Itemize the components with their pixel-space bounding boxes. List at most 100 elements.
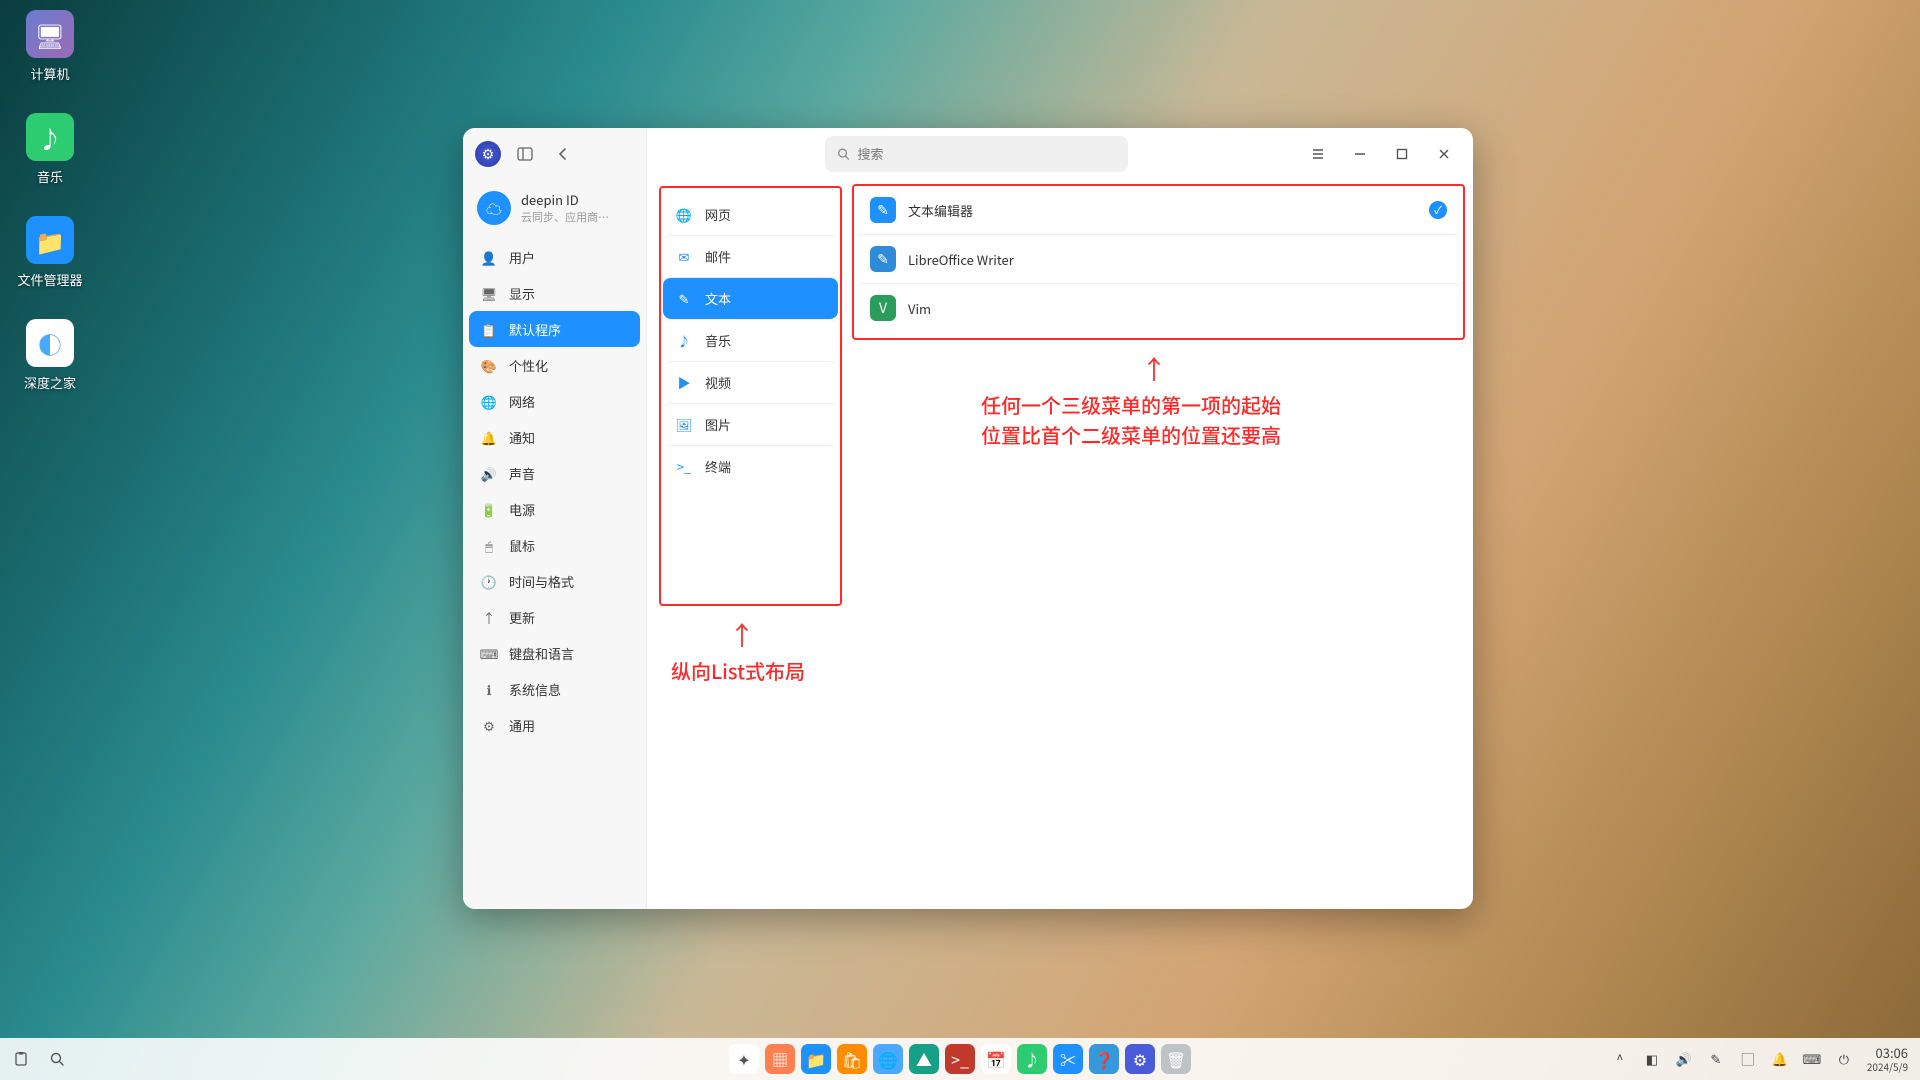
nav-icon: ℹ [479,679,499,699]
category-item-5[interactable]: 🖼图片 [663,403,838,445]
desktop-icons: 🖥 计算机 ♪ 音乐 📁 文件管理器 ◐ 深度之家 [10,10,90,392]
category-item-2[interactable]: ✎文本 [663,277,838,319]
category-item-3[interactable]: ♪音乐 [663,319,838,361]
app-icon: V [870,295,896,321]
category-label: 邮件 [705,247,731,266]
sidebar-item-13[interactable]: ⚙ 通用 [469,707,640,743]
dock-files[interactable]: 📁 [801,1044,831,1074]
nav-label: 电源 [509,500,535,519]
nav-icon: 🔔 [479,427,499,447]
dock-screenshot[interactable]: ✂ [1053,1044,1083,1074]
category-icon: ✉ [675,248,693,266]
panel-icon [517,146,533,162]
dock-trash[interactable]: 🗑 [1161,1044,1191,1074]
menu-button[interactable] [1301,137,1335,171]
dock-terminal[interactable]: >_ [945,1044,975,1074]
tray-expand-button[interactable]: ^ [1611,1049,1629,1068]
nav-label: 更新 [509,608,535,627]
clipboard-icon [13,1051,29,1067]
close-button[interactable] [1427,137,1461,171]
nav-label: 通知 [509,428,535,447]
category-icon: ✎ [675,290,693,308]
sidebar-item-10[interactable]: ↑更新 [469,599,640,635]
dock-help[interactable]: ❓ [1089,1044,1119,1074]
category-item-6[interactable]: >_终端 [663,445,838,487]
tray-input-button[interactable]: ✎ [1707,1049,1725,1068]
search-input[interactable] [857,147,1115,162]
tray-desktop-button[interactable]: ◧ [1643,1049,1661,1068]
dock-settings[interactable]: ⚙ [1125,1044,1155,1074]
sidebar-item-11[interactable]: ⌨键盘和语言 [469,635,640,671]
tray-power-button[interactable]: ⏻ [1835,1049,1853,1068]
sidebar-item-12[interactable]: ℹ系统信息 [469,671,640,707]
search-box[interactable] [825,136,1128,172]
sidebar-toggle-button[interactable] [511,140,539,168]
dock-launcher[interactable]: ✦ [729,1044,759,1074]
sidebar-item-8[interactable]: 🖱 鼠标 [469,527,640,563]
close-icon [1436,146,1452,162]
desktop-icon-computer[interactable]: 🖥 计算机 [10,10,90,83]
nav-label: 时间与格式 [509,572,574,591]
nav-icon: ⚙ [479,715,499,735]
nav-label: 声音 [509,464,535,483]
sidebar-item-2[interactable]: 📋默认程序 [469,311,640,347]
nav-icon: 🖱 [479,535,499,555]
category-icon: >_ [675,458,693,476]
dock-music2[interactable]: ♪ [1017,1044,1047,1074]
category-item-0[interactable]: 🌐网页 [663,194,838,235]
nav-label: 鼠标 [509,536,535,555]
sidebar-item-3[interactable]: 🎨个性化 [469,347,640,383]
sidebar-item-1[interactable]: 🖥显示 [469,275,640,311]
nav-icon: 👤 [479,247,499,267]
search-button[interactable] [48,1051,66,1067]
tray-volume-button[interactable]: 🔊 [1675,1049,1693,1068]
dock-calendar[interactable]: 📅 [981,1044,1011,1074]
dock-store[interactable]: 🛍 [837,1044,867,1074]
nav-icon: 📋 [479,319,499,339]
cloud-icon: ☁ [477,191,511,225]
maximize-button[interactable] [1385,137,1419,171]
sidebar-item-0[interactable]: 👤用户 [469,239,640,275]
category-label: 图片 [705,415,731,434]
app-item-1[interactable]: ✎LibreOffice Writer [856,234,1461,283]
category-label: 音乐 [705,331,731,350]
dock-browser[interactable]: 🌐 [873,1044,903,1074]
category-label: 视频 [705,373,731,392]
taskbar: ✦▦📁🛍🌐▲>_📅♪✂❓⚙🗑 ^ ◧ 🔊 ✎ ▢ 🔔 ⌨ ⏻ 03:06 202… [0,1038,1920,1080]
sidebar-item-5[interactable]: 🔔 通知 [469,419,640,455]
clock[interactable]: 03:06 2024/5/9 [1867,1046,1908,1071]
tray-keyboard-button[interactable]: ⌨ [1803,1049,1821,1068]
app-label: LibreOffice Writer [908,250,1014,269]
dock-multitask[interactable]: ▦ [765,1044,795,1074]
nav-label: 个性化 [509,356,548,375]
app-item-2[interactable]: VVim [856,283,1461,332]
nav-icon: ⌨ [479,643,499,663]
desktop-icon-deepinhome[interactable]: ◐ 深度之家 [10,319,90,392]
category-item-4[interactable]: ▶ 视频 [663,361,838,403]
tray-battery-button[interactable]: ▢ [1739,1049,1757,1068]
clipboard-button[interactable] [12,1051,30,1067]
settings-window: ⚙ ☁ deepin ID 云同步、应用商… 👤用户🖥显示📋默认程序🎨个性化🌐网… [463,128,1473,909]
nav-label: 网络 [509,392,535,411]
home-icon: ◐ [26,319,74,367]
category-item-1[interactable]: ✉ 邮件 [663,235,838,277]
sidebar-item-4[interactable]: 🌐网络 [469,383,640,419]
desktop-icon-label: 深度之家 [24,373,76,392]
tray-notify-button[interactable]: 🔔 [1771,1049,1789,1068]
nav-icon: 🔊 [479,463,499,483]
back-button[interactable] [549,140,577,168]
sidebar-item-6[interactable]: 🔊 声音 [469,455,640,491]
category-icon: ▶ [675,374,693,392]
sidebar-item-7[interactable]: 🔋电源 [469,491,640,527]
dock-music[interactable]: ▲ [909,1044,939,1074]
account-row[interactable]: ☁ deepin ID 云同步、应用商… [469,180,640,239]
desktop-icon-filemanager[interactable]: 📁 文件管理器 [10,216,90,289]
minimize-button[interactable] [1343,137,1377,171]
desktop-icon-music[interactable]: ♪ 音乐 [10,113,90,186]
sidebar-item-9[interactable]: 🕐时间与格式 [469,563,640,599]
dock: ✦▦📁🛍🌐▲>_📅♪✂❓⚙🗑 [729,1044,1191,1074]
account-subtitle: 云同步、应用商… [521,209,609,225]
nav-label: 通用 [509,716,535,735]
search-icon [49,1051,65,1067]
app-item-0[interactable]: ✎文本编辑器✓ [856,186,1461,234]
